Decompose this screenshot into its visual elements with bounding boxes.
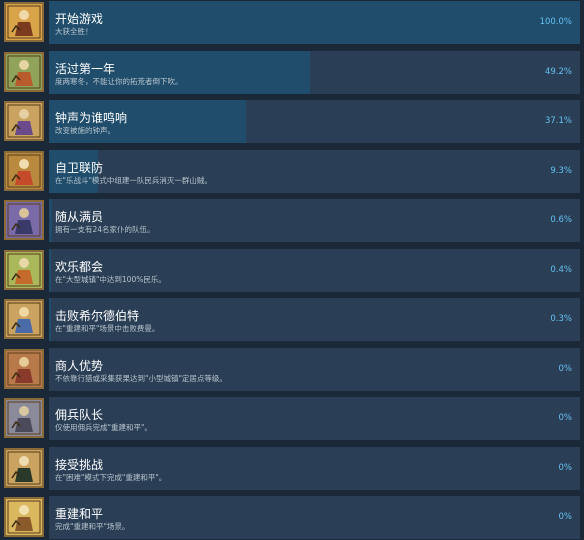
achievement-row[interactable]: 重建和平 完成"重建和平"场景。 0% bbox=[0, 495, 584, 540]
achievement-panel: 开始游戏 大获全胜！ 100.0% bbox=[49, 1, 580, 44]
farmer-icon bbox=[4, 51, 44, 92]
achievement-panel: 击败希尔德伯特 在"重建和平"场景中击败费曼。 0.3% bbox=[49, 298, 580, 341]
achievement-description: 仅使用佣兵完成"重建和平"。 bbox=[55, 423, 152, 432]
achievement-title: 钟声为谁鸣响 bbox=[55, 111, 128, 125]
achievement-description: 度两寒冬，不能让你的拓荒者倒下吹。 bbox=[55, 76, 183, 86]
bell-ringer-icon bbox=[4, 101, 44, 141]
peace-icon bbox=[4, 497, 44, 537]
achievement-description: 在"困难"模式下完成"重建和平"。 bbox=[55, 472, 167, 482]
achievement-panel: 重建和平 完成"重建和平"场景。 0% bbox=[49, 496, 580, 539]
unlock-percentage: 37.1% bbox=[544, 116, 572, 126]
achievement-panel: 接受挑战 在"困难"模式下完成"重建和平"。 0% bbox=[49, 446, 580, 490]
achievement-row[interactable]: 钟声为谁鸣响 改变被施的钟声。 37.1% bbox=[0, 99, 584, 144]
unlock-percentage: 100.0% bbox=[539, 17, 572, 27]
achievement-panel: 钟声为谁鸣响 改变被施的钟声。 37.1% bbox=[49, 100, 580, 143]
unlock-percentage: 49.2% bbox=[544, 66, 572, 77]
achievement-panel: 商人优势 不依靠行猎或采集获果达到"小型城镇"定居点等级。 0% bbox=[49, 347, 580, 391]
achievement-row[interactable]: 活过第一年 度两寒冬，不能让你的拓荒者倒下吹。 49.2% bbox=[0, 50, 584, 95]
achievement-title: 重建和平 bbox=[55, 507, 104, 521]
unlock-percentage: 0.6% bbox=[550, 215, 572, 225]
merchant-icon bbox=[4, 348, 44, 389]
achievement-panel: 欢乐都会 在"大型城镇"中达到100%民乐。 0.4% bbox=[49, 248, 580, 292]
unlock-percentage: 9.3% bbox=[550, 165, 572, 176]
achievement-description: 大获全胜！ bbox=[55, 27, 93, 36]
achievement-row[interactable]: 开始游戏 大获全胜！ 100.0% bbox=[0, 0, 584, 45]
achievement-description: 拥有一支有24名家仆的队伍。 bbox=[55, 225, 155, 234]
achievement-title: 欢乐都会 bbox=[55, 259, 104, 274]
achievement-title: 商人优势 bbox=[55, 358, 104, 373]
unlock-percentage-bar bbox=[49, 248, 52, 292]
achievement-title: 接受挑战 bbox=[55, 457, 104, 472]
lute-icon bbox=[4, 2, 44, 42]
achievement-row[interactable]: 接受挑战 在"困难"模式下完成"重建和平"。 0% bbox=[0, 446, 584, 491]
achievement-description: 完成"重建和平"场景。 bbox=[55, 522, 130, 531]
achievement-row[interactable]: 自卫联防 在"乐战斗"模式中组建一队民兵消灭一群山贼。 9.3% bbox=[0, 149, 584, 194]
achievement-panel: 佣兵队长 仅使用佣兵完成"重建和平"。 0% bbox=[49, 397, 580, 440]
achievement-row[interactable]: 商人优势 不依靠行猎或采集获果达到"小型城镇"定居点等级。 0% bbox=[0, 347, 584, 392]
unlock-percentage: 0% bbox=[558, 363, 573, 374]
achievement-title: 击败希尔德伯特 bbox=[55, 309, 140, 323]
achievement-title: 随从满员 bbox=[55, 210, 104, 224]
knight-icon bbox=[4, 299, 44, 339]
achievement-description: 不依靠行猎或采集获果达到"小型城镇"定居点等级。 bbox=[55, 373, 227, 383]
unlock-percentage: 0.3% bbox=[550, 314, 572, 324]
achievement-title: 佣兵队长 bbox=[55, 408, 104, 422]
unlock-percentage: 0% bbox=[558, 512, 573, 522]
achievement-description: 改变被施的钟声。 bbox=[55, 126, 115, 135]
achievement-row[interactable]: 佣兵队长 仅使用佣兵完成"重建和平"。 0% bbox=[0, 396, 584, 441]
achievement-description: 在"大型城镇"中达到100%民乐。 bbox=[55, 274, 166, 284]
unlock-percentage: 0% bbox=[558, 413, 573, 423]
achievement-row[interactable]: 随从满员 拥有一支有24名家仆的队伍。 0.6% bbox=[0, 198, 584, 243]
achievement-title: 开始游戏 bbox=[55, 12, 104, 26]
achievement-list: 开始游戏 大获全胜！ 100.0% 活过第一年 度两寒冬，不能让你的拓荒者倒下吹。 49.… bbox=[0, 0, 584, 539]
festival-icon bbox=[4, 249, 44, 290]
achievement-panel: 活过第一年 度两寒冬，不能让你的拓荒者倒下吹。 49.2% bbox=[49, 50, 580, 94]
achievement-description: 在"重建和平"场景中击败费曼。 bbox=[55, 324, 160, 333]
achievement-description: 在"乐战斗"模式中组建一队民兵消灭一群山贼。 bbox=[55, 175, 212, 185]
militia-icon bbox=[4, 150, 44, 191]
achievement-row[interactable]: 击败希尔德伯特 在"重建和平"场景中击败费曼。 0.3% bbox=[0, 297, 584, 342]
unlock-percentage-bar bbox=[49, 199, 53, 242]
unlock-percentage: 0% bbox=[558, 462, 573, 473]
unlock-percentage: 0.4% bbox=[550, 264, 572, 275]
unlock-percentage-bar bbox=[49, 1, 580, 44]
wizard-icon bbox=[4, 200, 44, 240]
achievement-panel: 自卫联防 在"乐战斗"模式中组建一队民兵消灭一群山贼。 9.3% bbox=[49, 149, 580, 193]
challenge-icon bbox=[4, 447, 44, 488]
achievement-title: 自卫联防 bbox=[55, 160, 104, 175]
mercenary-icon bbox=[4, 398, 44, 438]
achievement-title: 活过第一年 bbox=[55, 61, 116, 76]
unlock-percentage-bar bbox=[49, 298, 51, 341]
achievement-row[interactable]: 欢乐都会 在"大型城镇"中达到100%民乐。 0.4% bbox=[0, 248, 584, 293]
achievement-panel: 随从满员 拥有一支有24名家仆的队伍。 0.6% bbox=[49, 199, 580, 242]
